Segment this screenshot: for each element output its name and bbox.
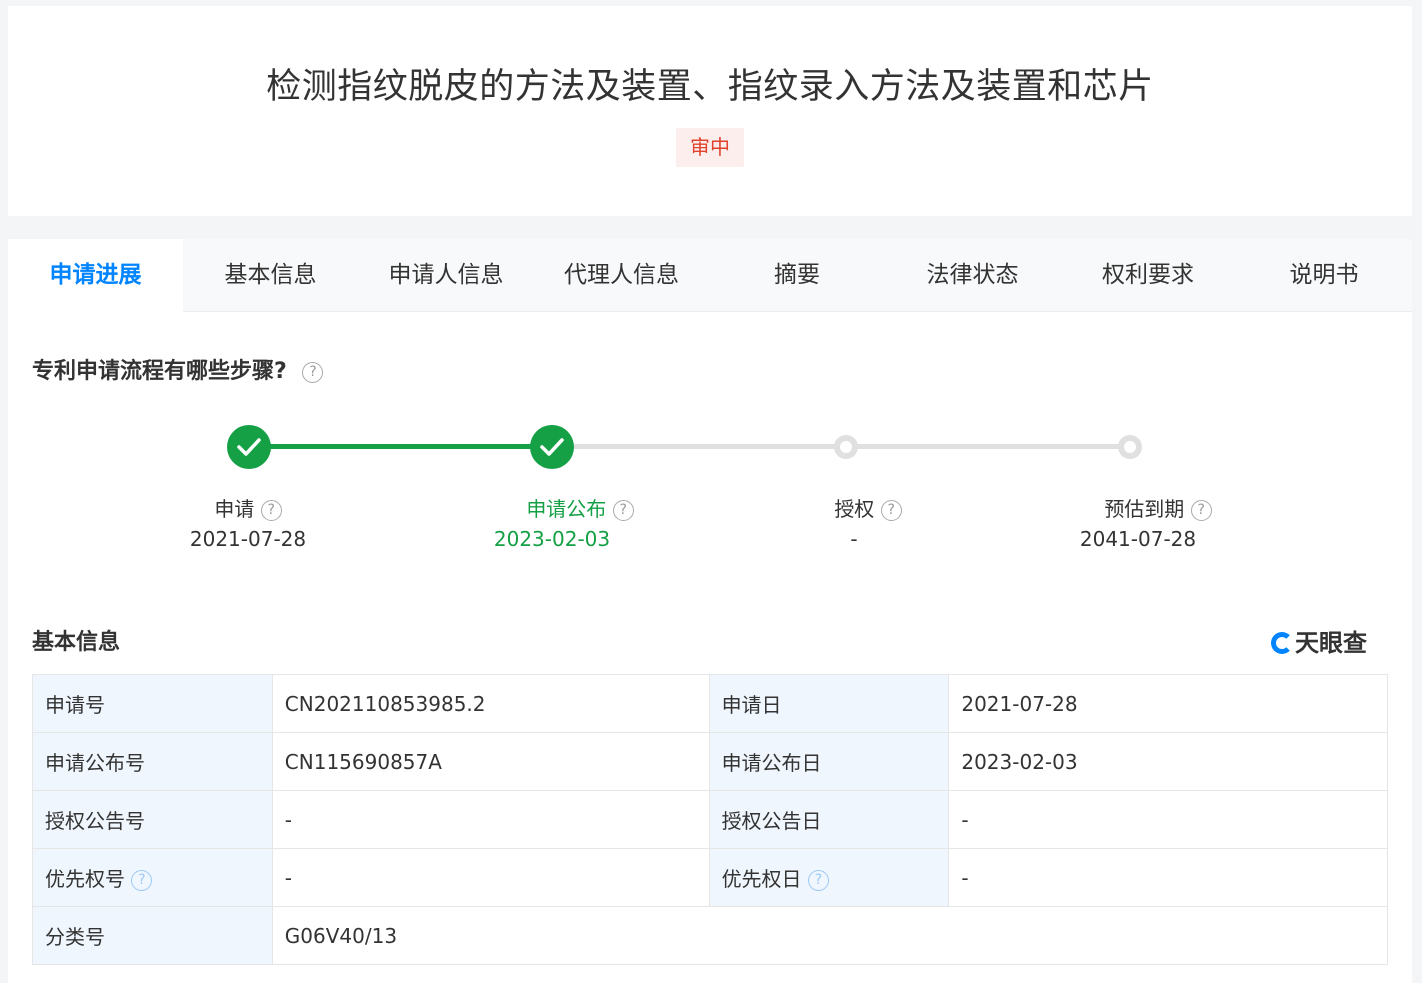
step-pending-marker	[834, 435, 858, 459]
tab-applicant-info[interactable]: 申请人信息	[358, 239, 534, 312]
step-date: 2021-07-28	[189, 527, 307, 551]
field-value: -	[271, 790, 710, 849]
tab-legal-status[interactable]: 法律状态	[885, 239, 1060, 312]
field-label: 优先权日	[721, 867, 802, 891]
help-icon[interactable]: ?	[302, 361, 324, 383]
table-row: 授权公告号 - 授权公告日 -	[32, 790, 1388, 849]
field-value: -	[948, 848, 1388, 907]
progress-heading: 专利申请流程有哪些步骤? ?	[32, 353, 324, 385]
help-icon[interactable]: ?	[612, 500, 634, 521]
step-done-marker	[227, 425, 271, 469]
step-label: 授权 ?	[798, 493, 938, 522]
tab-basic-info[interactable]: 基本信息	[183, 239, 358, 312]
field-value: -	[271, 848, 710, 907]
step-label-text: 授权	[834, 497, 875, 521]
tab-agent-info[interactable]: 代理人信息	[534, 239, 709, 312]
status-badge: 审中	[676, 128, 744, 167]
step-done-marker	[530, 425, 574, 469]
help-icon[interactable]: ?	[807, 870, 829, 891]
field-value: 2021-07-28	[948, 674, 1388, 733]
check-icon	[540, 438, 564, 456]
help-icon[interactable]: ?	[1190, 500, 1212, 521]
tab-abstract[interactable]: 摘要	[709, 239, 885, 312]
step-date: -	[850, 527, 858, 551]
brand-logo-text: 天眼查	[1295, 629, 1367, 657]
field-label: 申请公布号	[32, 732, 273, 791]
table-row: 优先权号 ? - 优先权日 ? -	[32, 848, 1388, 907]
step-label: 申请 ?	[178, 493, 318, 522]
field-label: 申请号	[32, 674, 273, 733]
table-row: 申请公布号 CN115690857A 申请公布日 2023-02-03	[32, 732, 1388, 791]
progress-heading-text: 专利申请流程有哪些步骤?	[32, 359, 287, 384]
tab-bar: 申请进展 基本信息 申请人信息 代理人信息 摘要 法律状态 权利要求 说明书	[8, 239, 1412, 313]
tianyancha-icon	[1271, 632, 1293, 654]
field-label: 分类号	[32, 906, 273, 965]
check-icon	[237, 438, 261, 456]
field-label-cell: 优先权号 ?	[32, 848, 273, 907]
field-value: -	[948, 790, 1388, 849]
basic-info-table: 申请号 CN202110853985.2 申请日 2021-07-28 申请公布…	[32, 674, 1389, 965]
field-value: G06V40/13	[271, 906, 1389, 965]
field-label: 优先权号	[45, 867, 125, 891]
step-pending-marker	[1118, 435, 1142, 459]
field-label: 申请日	[708, 674, 950, 733]
step-date: 2041-07-28	[1079, 527, 1197, 551]
field-label: 授权公告日	[708, 790, 950, 849]
basic-info-heading: 基本信息	[32, 630, 121, 655]
tab-progress[interactable]: 申请进展	[8, 239, 183, 313]
field-label: 申请公布日	[708, 732, 950, 791]
step-label-text: 申请公布	[526, 497, 607, 521]
page-title: 检测指纹脱皮的方法及装置、指纹录入方法及装置和芯片	[266, 67, 1154, 107]
step-label: 预估到期 ?	[1068, 493, 1248, 522]
field-value: CN115690857A	[271, 732, 710, 791]
help-icon[interactable]: ?	[131, 870, 153, 891]
main-panel: 申请进展 基本信息 申请人信息 代理人信息 摘要 法律状态 权利要求 说明书 专…	[8, 239, 1412, 983]
field-label-cell: 优先权日 ?	[708, 848, 950, 907]
step-label-text: 预估到期	[1104, 497, 1185, 521]
field-label: 授权公告号	[32, 790, 273, 849]
timeline-track-done	[270, 444, 532, 449]
tab-description[interactable]: 说明书	[1236, 239, 1412, 312]
help-icon[interactable]: ?	[880, 500, 902, 521]
help-icon[interactable]: ?	[260, 500, 282, 521]
field-value: 2023-02-03	[948, 732, 1388, 791]
step-label: 申请公布 ?	[482, 493, 678, 522]
table-row: 分类号 G06V40/13	[32, 906, 1389, 965]
step-date: 2023-02-03	[493, 527, 611, 551]
brand-logo[interactable]: 天眼查	[1271, 623, 1367, 658]
patent-header: 检测指纹脱皮的方法及装置、指纹录入方法及装置和芯片 审中	[8, 6, 1412, 216]
step-label-text: 申请	[214, 497, 255, 521]
field-value: CN202110853985.2	[271, 674, 710, 733]
tab-claims[interactable]: 权利要求	[1060, 239, 1236, 312]
table-row: 申请号 CN202110853985.2 申请日 2021-07-28	[32, 674, 1388, 733]
